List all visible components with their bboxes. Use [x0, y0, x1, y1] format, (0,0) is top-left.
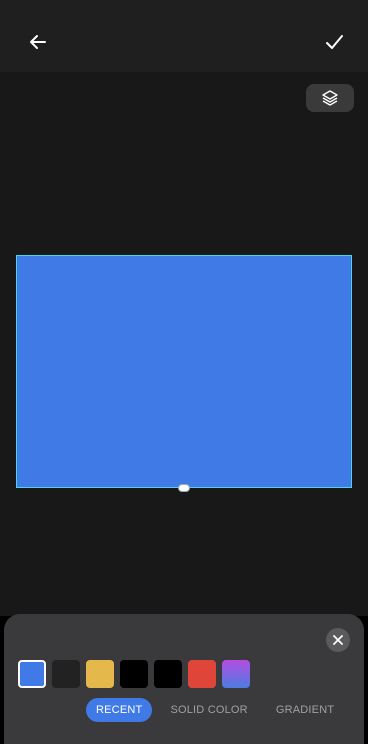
back-button[interactable]: [24, 28, 52, 56]
tab-recent[interactable]: RECENT: [86, 698, 153, 722]
color-swatch[interactable]: [120, 660, 148, 688]
confirm-button[interactable]: [320, 28, 348, 56]
close-panel-button[interactable]: [326, 628, 350, 652]
color-swatches: [18, 660, 250, 688]
selected-shape-frame[interactable]: [16, 255, 352, 492]
layers-button[interactable]: [306, 84, 354, 112]
color-picker-panel: RECENT SOLID COLOR GRADIENT: [4, 614, 364, 744]
color-swatch[interactable]: [154, 660, 182, 688]
tab-solid-color[interactable]: SOLID COLOR: [160, 698, 257, 722]
arrow-left-icon: [30, 35, 46, 49]
shape-fill[interactable]: [17, 256, 351, 487]
layers-icon: [322, 90, 338, 106]
resize-handle[interactable]: [178, 484, 190, 492]
tab-gradient[interactable]: GRADIENT: [266, 698, 344, 722]
color-swatch[interactable]: [222, 660, 250, 688]
color-swatch[interactable]: [18, 660, 46, 688]
top-toolbar: [0, 0, 368, 72]
checkmark-icon: [326, 35, 343, 49]
color-swatch[interactable]: [188, 660, 216, 688]
color-swatch[interactable]: [52, 660, 80, 688]
color-swatch[interactable]: [86, 660, 114, 688]
close-icon: [333, 635, 343, 645]
color-mode-tabs: RECENT SOLID COLOR GRADIENT: [86, 698, 344, 722]
